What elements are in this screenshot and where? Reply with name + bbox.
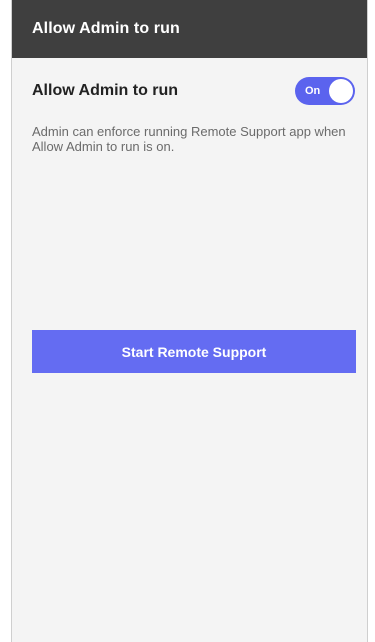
toggle-state-label: On — [305, 85, 321, 97]
allow-admin-toggle[interactable]: On — [295, 77, 355, 105]
allow-admin-setting-row: Allow Admin to run On — [32, 76, 355, 106]
app-screen: Allow Admin to run Allow Admin to run On… — [11, 0, 368, 642]
header-title: Allow Admin to run — [32, 20, 180, 37]
setting-label: Allow Admin to run — [32, 82, 179, 99]
toggle-knob — [329, 79, 353, 103]
app-header: Allow Admin to run — [12, 0, 367, 58]
start-remote-support-button[interactable]: Start Remote Support — [32, 330, 356, 373]
setting-description: Admin can enforce running Remote Support… — [32, 124, 346, 154]
